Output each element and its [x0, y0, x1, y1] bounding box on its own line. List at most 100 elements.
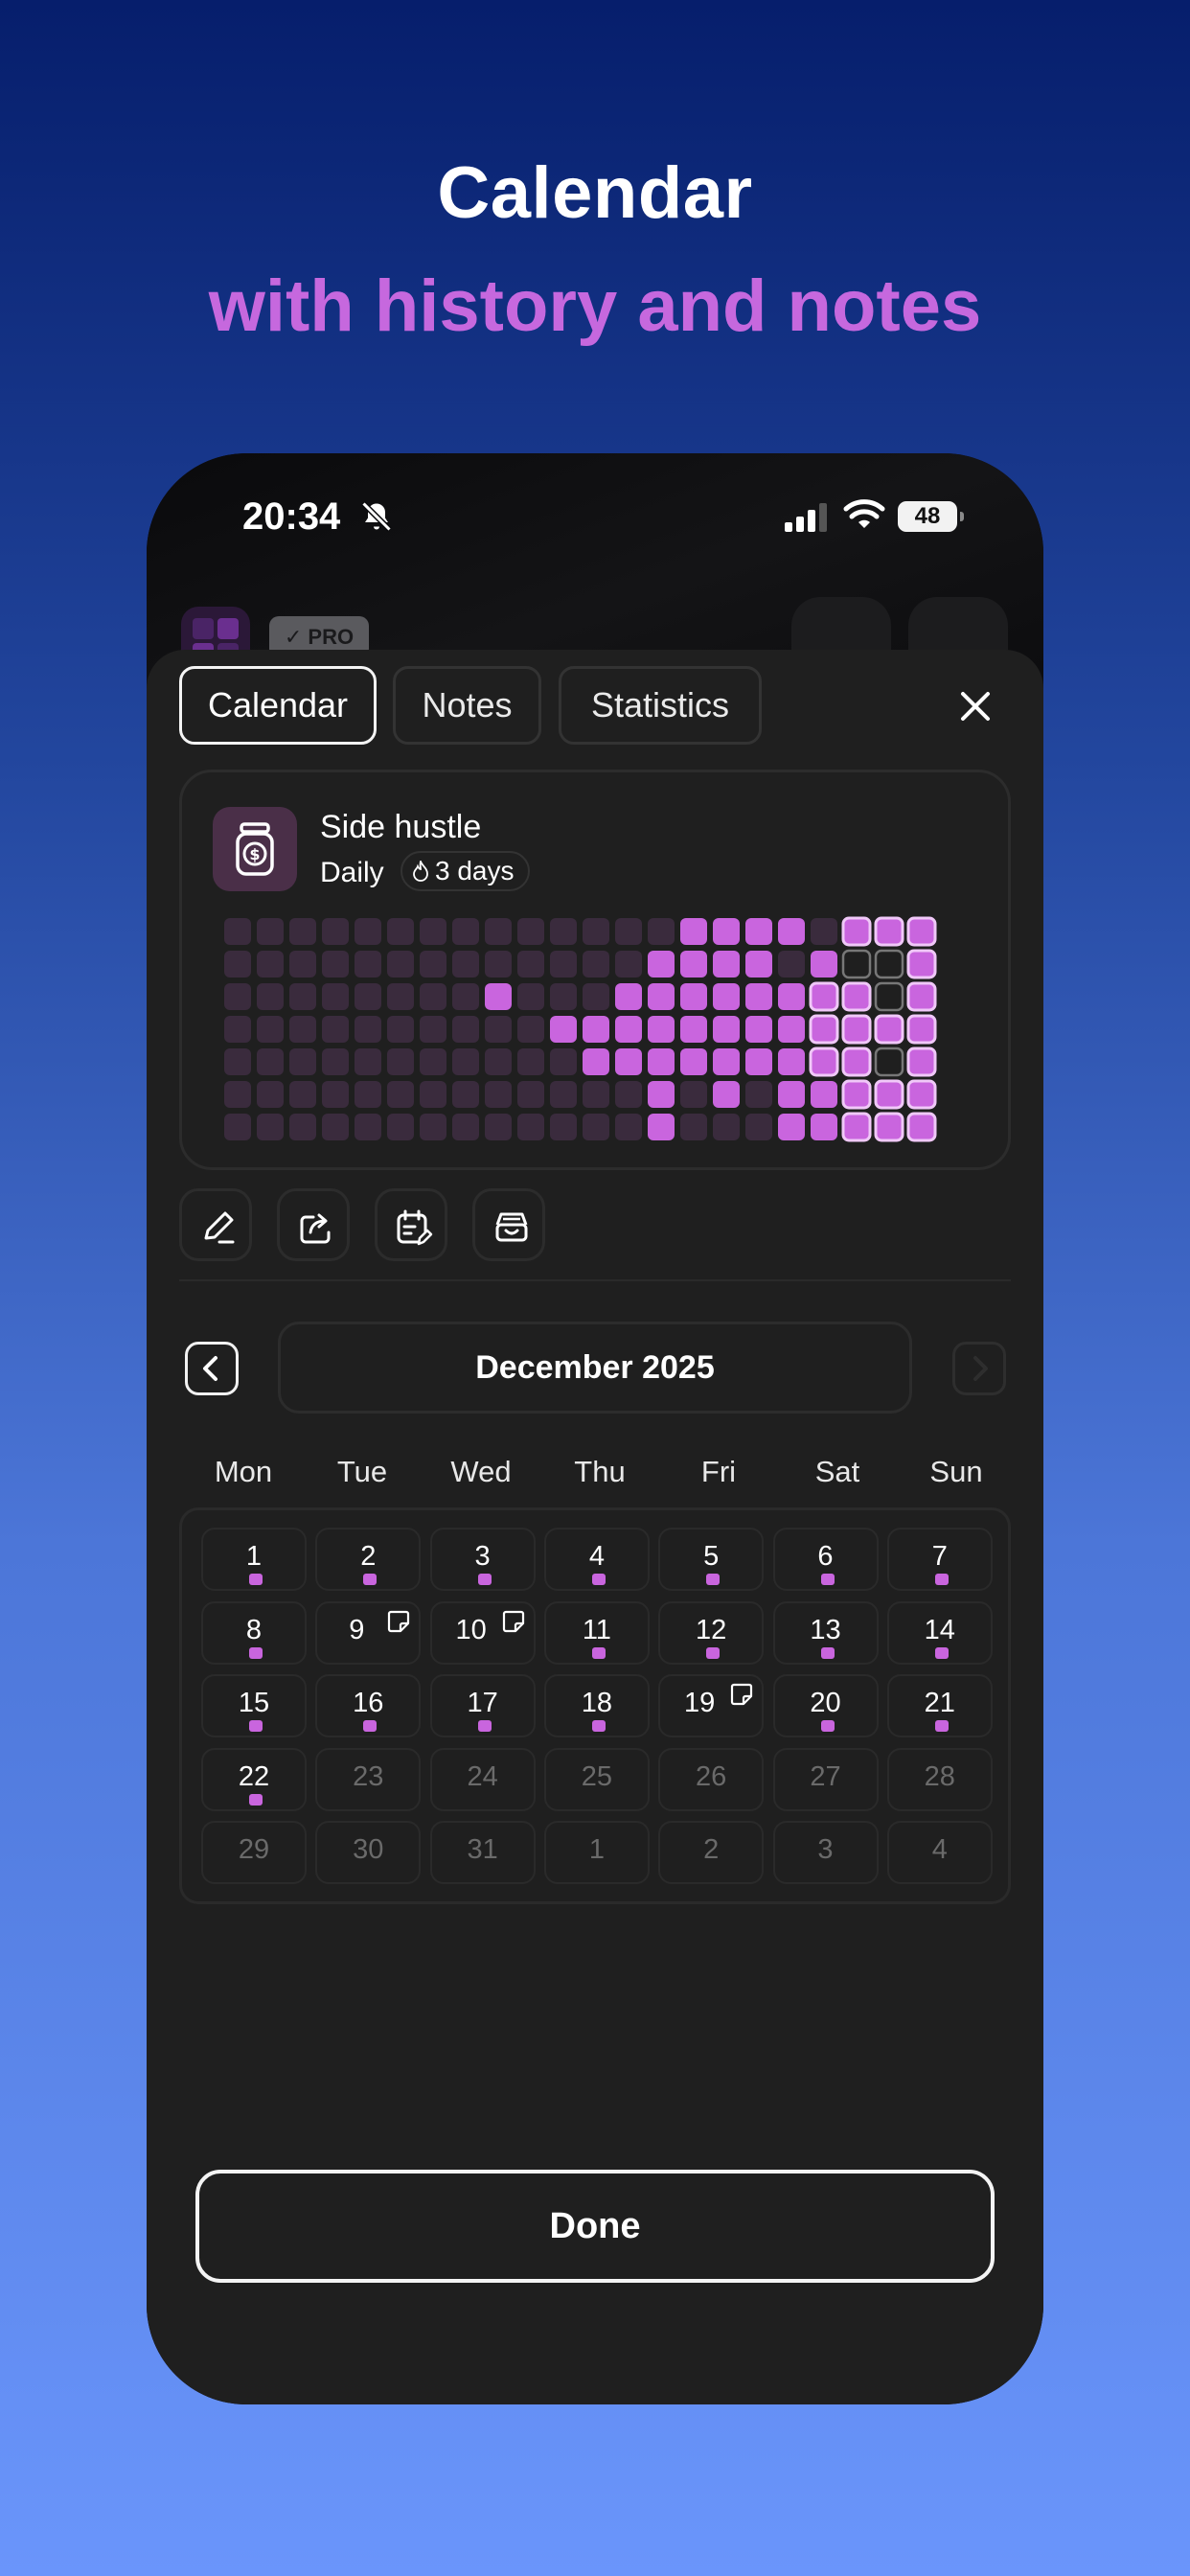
heatmap-cell — [680, 918, 707, 945]
heatmap-cell — [289, 1016, 316, 1043]
tab-notes[interactable]: Notes — [393, 666, 541, 745]
calendar-day[interactable]: 3 — [772, 1821, 879, 1884]
calendar-day[interactable]: 27 — [772, 1747, 879, 1811]
archive-button[interactable] — [472, 1188, 545, 1261]
calendar-day[interactable]: 23 — [315, 1747, 422, 1811]
heatmap-cell — [745, 1016, 772, 1043]
divider — [179, 1279, 1011, 1281]
calendar-day[interactable]: 4 — [886, 1821, 993, 1884]
calendar-day[interactable]: 1 — [201, 1528, 307, 1591]
chevron-left-icon — [203, 1356, 217, 1381]
weekday-label: Thu — [574, 1455, 626, 1488]
calendar-day[interactable]: 30 — [315, 1821, 422, 1884]
heatmap-cell — [257, 983, 284, 1010]
calendar-day[interactable]: 19 — [658, 1674, 765, 1737]
calendar-sheet: Calendar Notes Statistics $ Side hustle … — [147, 650, 1043, 2404]
habit-name: Side hustle — [320, 809, 482, 845]
heatmap-cell — [420, 1016, 446, 1043]
calendar-day[interactable]: 28 — [886, 1747, 993, 1811]
heatmap-cell — [583, 918, 609, 945]
calendar-day[interactable]: 7 — [886, 1528, 993, 1591]
weekday-label: Fri — [700, 1455, 737, 1488]
completion-marker — [706, 1574, 721, 1585]
heatmap-cell — [874, 981, 904, 1012]
previous-month-button[interactable] — [185, 1342, 239, 1395]
calendar-day[interactable]: 13 — [772, 1600, 879, 1665]
weekday-label: Wed — [450, 1455, 512, 1488]
heatmap-cell — [355, 1016, 381, 1043]
calendar-edit-button[interactable] — [375, 1188, 447, 1261]
calendar-day[interactable]: 8 — [201, 1600, 307, 1665]
done-button[interactable]: Done — [195, 2170, 995, 2283]
completion-marker — [591, 1720, 606, 1732]
heatmap-cell — [841, 1079, 872, 1110]
heatmap-cell — [811, 1081, 837, 1108]
heatmap-cell — [257, 918, 284, 945]
habit-frequency: Daily — [320, 857, 384, 888]
heatmap-cell — [680, 1114, 707, 1140]
calendar-day[interactable]: 10 — [429, 1600, 536, 1665]
note-icon — [388, 1610, 410, 1632]
calendar-day[interactable]: 12 — [658, 1600, 765, 1665]
heatmap-cell — [387, 1048, 414, 1075]
day-number: 29 — [238, 1834, 270, 1865]
heatmap-cell — [289, 1081, 316, 1108]
calendar-day[interactable]: 21 — [886, 1674, 993, 1737]
day-number: 24 — [467, 1760, 498, 1792]
archive-box-icon — [495, 1212, 528, 1242]
close-icon[interactable] — [957, 688, 994, 724]
heatmap-cell — [289, 951, 316, 978]
calendar-edit-icon — [397, 1209, 433, 1246]
calendar-day[interactable]: 26 — [658, 1747, 765, 1811]
calendar-day[interactable]: 31 — [429, 1821, 536, 1884]
calendar-day[interactable]: 20 — [772, 1674, 879, 1737]
heatmap-cell — [355, 983, 381, 1010]
day-number: 4 — [588, 1541, 605, 1572]
streak-badge: 3 days — [400, 851, 530, 891]
heatmap-cell — [906, 1014, 937, 1045]
tab-calendar[interactable]: Calendar — [179, 666, 377, 745]
calendar-day[interactable]: 14 — [886, 1600, 993, 1665]
heatmap-cell — [517, 1114, 544, 1140]
heatmap-cell — [713, 951, 740, 978]
heatmap-cell — [355, 918, 381, 945]
calendar-day[interactable]: 2 — [315, 1528, 422, 1591]
next-month-button[interactable] — [952, 1342, 1006, 1395]
calendar-day[interactable]: 22 — [201, 1747, 307, 1811]
calendar-day[interactable]: 11 — [543, 1600, 650, 1665]
habit-card[interactable]: $ Side hustle Daily 3 days — [179, 770, 1011, 1170]
edit-button[interactable] — [179, 1188, 252, 1261]
calendar-day[interactable]: 29 — [201, 1821, 307, 1884]
calendar-day[interactable]: 15 — [201, 1674, 307, 1737]
day-number: 25 — [581, 1760, 613, 1792]
calendar-day[interactable]: 18 — [543, 1674, 650, 1737]
pencil-icon — [204, 1211, 235, 1244]
heatmap-cell — [874, 1079, 904, 1110]
heatmap-cell — [583, 1081, 609, 1108]
share-button[interactable] — [277, 1188, 350, 1261]
day-number: 8 — [245, 1614, 263, 1645]
calendar-day[interactable]: 6 — [772, 1528, 879, 1591]
heatmap-cell — [224, 918, 251, 945]
calendar-day[interactable]: 4 — [543, 1528, 650, 1591]
tab-statistics[interactable]: Statistics — [559, 666, 762, 745]
calendar-day[interactable]: 2 — [658, 1821, 765, 1884]
calendar-day[interactable]: 16 — [315, 1674, 422, 1737]
calendar-day[interactable]: 5 — [658, 1528, 765, 1591]
heatmap-cell — [485, 918, 512, 945]
heatmap-cell — [517, 918, 544, 945]
heatmap-cell — [906, 916, 937, 947]
calendar-day[interactable]: 24 — [429, 1747, 536, 1811]
heatmap-cell — [517, 1048, 544, 1075]
calendar-day[interactable]: 9 — [315, 1600, 422, 1665]
heatmap-cell — [745, 1048, 772, 1075]
calendar-day[interactable]: 25 — [543, 1747, 650, 1811]
calendar-day[interactable]: 1 — [543, 1821, 650, 1884]
heatmap-cell — [778, 1048, 805, 1075]
calendar-day[interactable]: 17 — [429, 1674, 536, 1737]
heatmap-cell — [648, 983, 675, 1010]
heatmap-cell — [713, 1081, 740, 1108]
month-label[interactable]: December 2025 — [278, 1322, 912, 1414]
calendar-day[interactable]: 3 — [429, 1528, 536, 1591]
heatmap-cell — [485, 1114, 512, 1140]
